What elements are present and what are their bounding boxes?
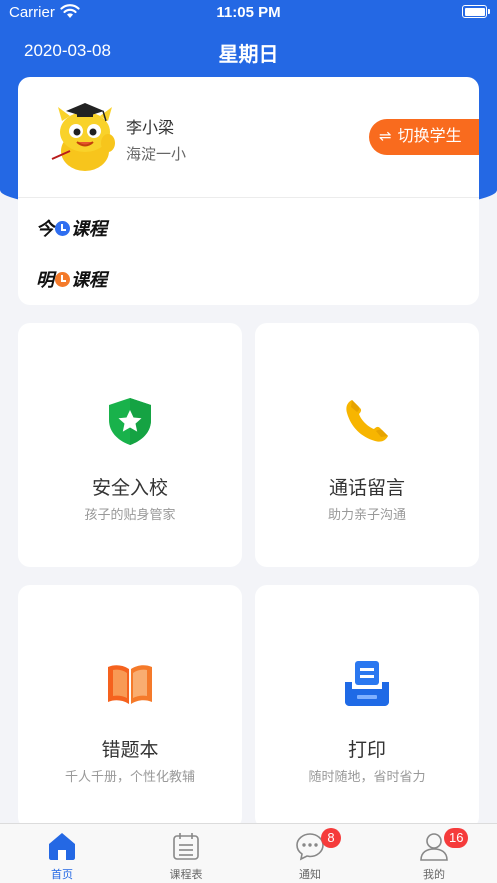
book-icon (108, 665, 152, 704)
switch-student-button[interactable]: ⇌ 切换学生 (369, 119, 479, 155)
tomorrow-courses[interactable]: 明课程 (36, 266, 107, 292)
tile-subtitle: 助力亲子沟通 (327, 507, 406, 522)
card-divider (18, 197, 479, 198)
student-profile-card: 李小梁 海淀一小 ⇌ 切换学生 今课程 明课程 (18, 77, 479, 305)
profile-badge: 16 (444, 828, 469, 848)
tile-subtitle: 孩子的贴身管家 (84, 507, 176, 522)
phone-icon (346, 400, 388, 442)
clock-icon (55, 272, 70, 287)
calendar-icon (173, 833, 199, 860)
tab-home[interactable]: 首页 (0, 824, 124, 883)
battery-icon (462, 5, 490, 18)
today-courses-label: 课程 (71, 219, 107, 239)
home-icon (49, 833, 75, 860)
tile-title: 打印 (347, 740, 386, 761)
switch-student-label: 切换学生 (397, 128, 462, 145)
tomorrow-courses-label: 课程 (71, 270, 107, 290)
tab-label: 我的 (423, 869, 445, 881)
tab-label: 通知 (299, 869, 321, 881)
wrong-questions-tile[interactable]: 错题本 千人千册，个性化教辅 (18, 585, 242, 829)
tab-label: 首页 (51, 869, 73, 881)
student-name: 李小梁 (126, 120, 175, 137)
swap-arrows-icon: ⇌ (379, 128, 392, 145)
call-message-tile[interactable]: 通话留言 助力亲子沟通 (255, 323, 479, 567)
school-name: 海淀一小 (126, 146, 187, 163)
bottom-tab-bar: 首页 课程表 8 通知 16 我的 (0, 823, 497, 883)
tile-subtitle: 千人千册，个性化教辅 (64, 769, 195, 784)
clock-icon (55, 221, 70, 236)
cartoon-avatar-icon (51, 103, 115, 171)
notification-badge: 8 (321, 828, 341, 848)
status-bar: Carrier 11:05 PM (0, 0, 497, 26)
tab-schedule[interactable]: 课程表 (124, 824, 248, 883)
today-prefix: 今 (36, 219, 54, 239)
tab-profile[interactable]: 16 我的 (372, 824, 496, 883)
date-row: 2020-03-08 星期日 (0, 38, 497, 66)
tile-title: 安全入校 (91, 478, 168, 499)
status-time: 11:05 PM (216, 4, 281, 21)
printer-icon (345, 661, 389, 706)
tile-title: 错题本 (101, 740, 159, 761)
shield-star-icon (109, 398, 151, 445)
today-courses[interactable]: 今课程 (36, 215, 107, 241)
print-tile[interactable]: 打印 随时随地，省时省力 (255, 585, 479, 829)
tile-subtitle: 随时随地，省时省力 (308, 769, 426, 784)
tile-title: 通话留言 (328, 478, 405, 499)
tab-notifications[interactable]: 8 通知 (248, 824, 372, 883)
weekday-title: 星期日 (218, 44, 279, 66)
safe-school-tile[interactable]: 安全入校 孩子的贴身管家 (18, 323, 242, 567)
tab-label: 课程表 (169, 869, 203, 881)
tomorrow-prefix: 明 (36, 270, 54, 290)
